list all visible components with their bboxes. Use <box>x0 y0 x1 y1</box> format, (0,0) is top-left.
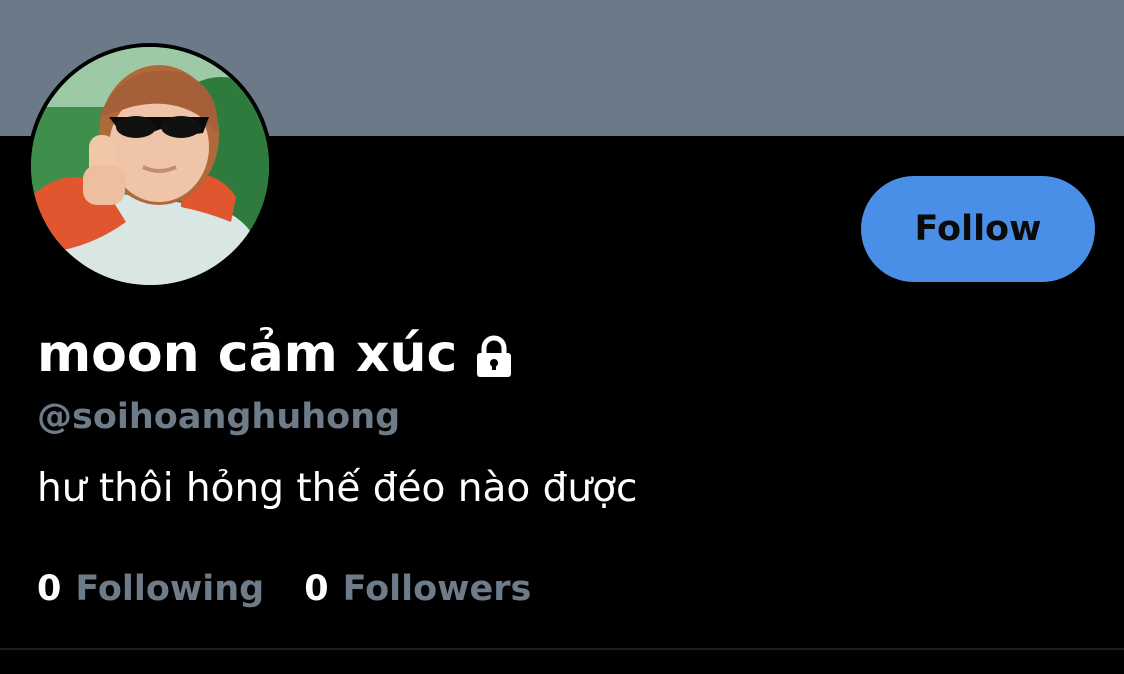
followers-count: 0 <box>304 569 329 609</box>
profile-stats: 0 Following 0 Followers <box>37 567 571 611</box>
following-label: Following <box>75 569 265 609</box>
follow-button[interactable]: Follow <box>861 176 1095 282</box>
avatar[interactable] <box>31 47 269 285</box>
followers-stat[interactable]: 0 Followers <box>304 567 531 611</box>
profile-bio: hư thôi hỏng thế đéo nào được <box>37 466 638 511</box>
profile-name-row: moon cảm xúc <box>37 322 517 386</box>
following-count: 0 <box>37 569 62 609</box>
display-name: moon cảm xúc <box>37 324 458 384</box>
followers-label: Followers <box>342 569 532 609</box>
lock-icon <box>471 331 517 377</box>
profile-handle: @soihoanghuhong <box>37 397 401 437</box>
divider <box>0 648 1124 650</box>
following-stat[interactable]: 0 Following <box>37 567 264 611</box>
avatar-image <box>31 47 269 285</box>
